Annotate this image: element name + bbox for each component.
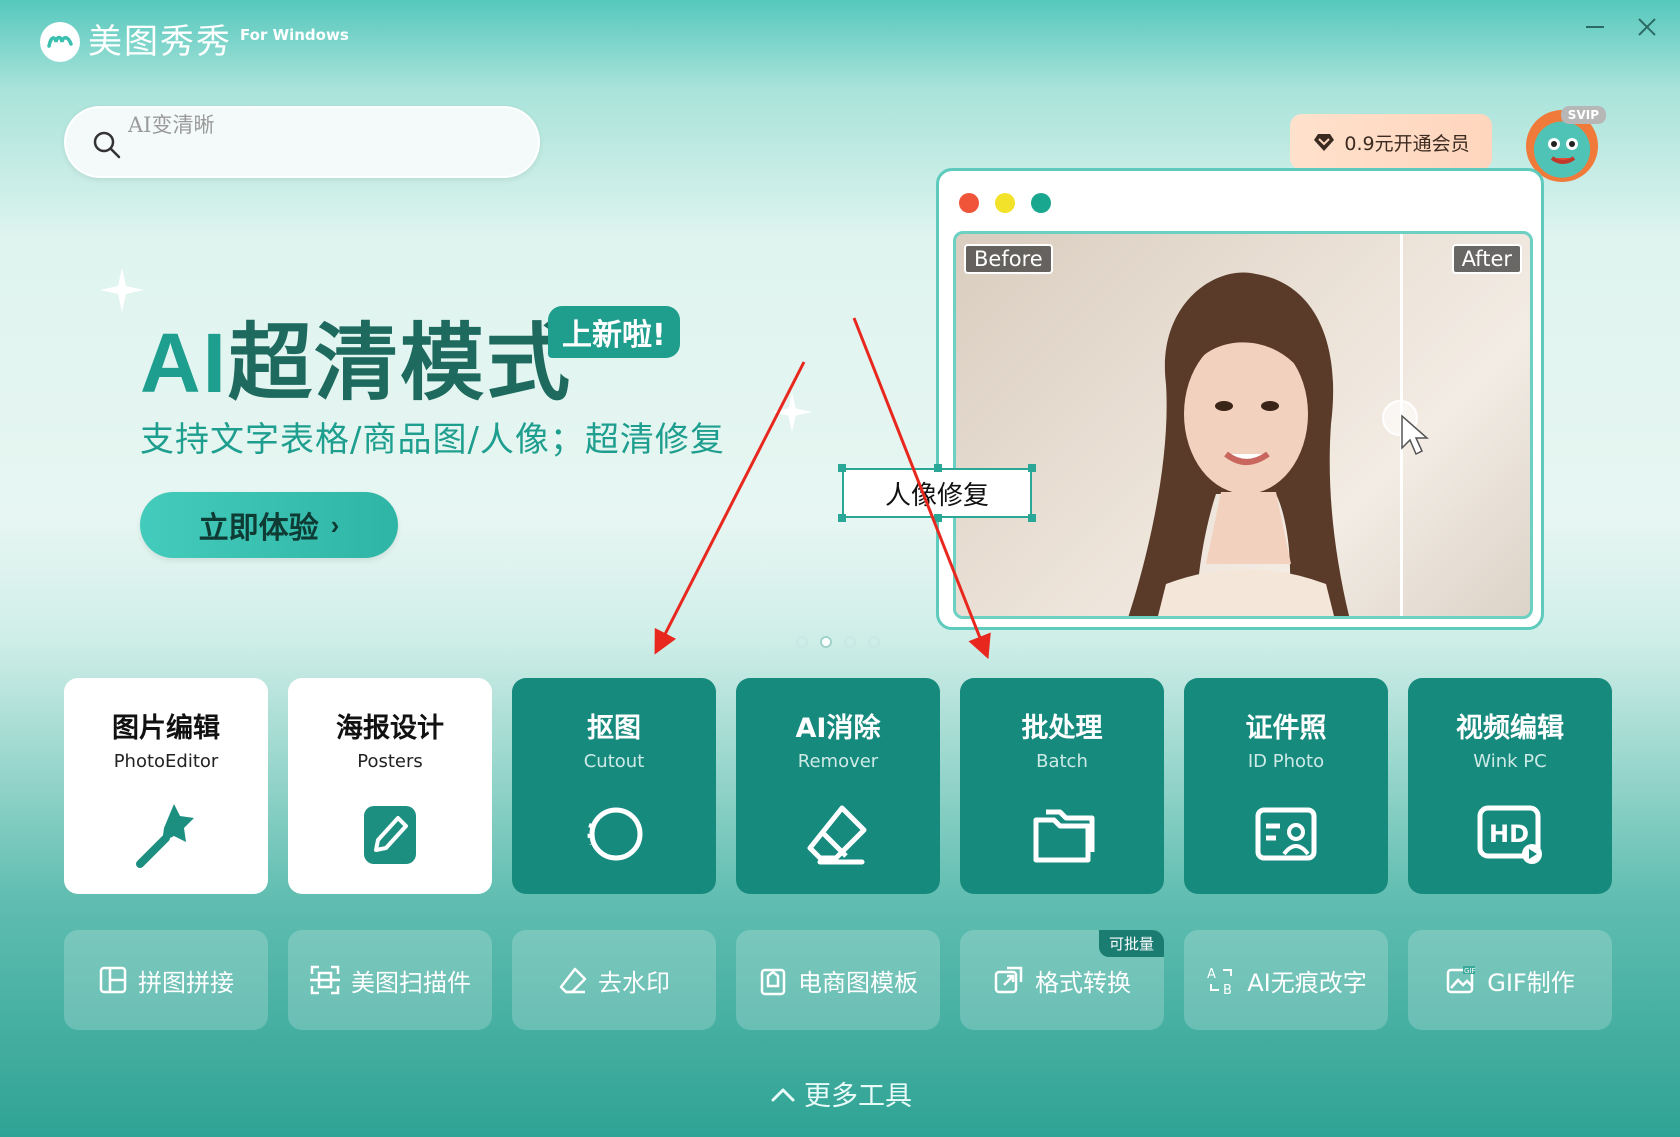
mini-format-convert[interactable]: 格式转换 可批量: [960, 930, 1164, 1030]
secondary-tools: 拼图拼接 美图扫描件 去水印 电商图模板 格式转换 可批量 AB AI无痕改字 …: [64, 930, 1612, 1030]
tool-video-editor[interactable]: 视频编辑 Wink PC HD: [1408, 678, 1612, 894]
tool-subtitle: Batch: [1036, 751, 1088, 772]
mini-gif-maker[interactable]: GIF GIF制作: [1408, 930, 1612, 1030]
mini-scan[interactable]: 美图扫描件: [288, 930, 492, 1030]
mini-label: AI无痕改字: [1247, 968, 1367, 997]
mini-ai-text-replace[interactable]: AB AI无痕改字: [1184, 930, 1388, 1030]
id-card-icon: [1255, 807, 1317, 861]
folder-icon: [1033, 809, 1095, 863]
mini-label: 美图扫描件: [351, 968, 471, 997]
tool-title: 批处理: [1021, 713, 1103, 744]
tool-subtitle: Remover: [797, 751, 879, 772]
mini-label: 电商图模板: [798, 968, 918, 997]
gif-icon: GIF: [1447, 966, 1476, 994]
svg-text:B: B: [1223, 983, 1232, 996]
tool-cutout[interactable]: 抠图 Cutout: [512, 678, 716, 894]
tool-id-photo[interactable]: 证件照 ID Photo: [1184, 678, 1388, 894]
hd-video-icon: HD: [1477, 805, 1542, 864]
mini-label: 格式转换: [1035, 968, 1131, 997]
mini-collage[interactable]: 拼图拼接: [64, 930, 268, 1030]
tool-title: AI消除: [795, 713, 881, 744]
tool-title: 视频编辑: [1456, 713, 1564, 744]
convert-icon: [994, 966, 1023, 994]
batch-badge: 可批量: [1098, 930, 1164, 957]
tool-title: 图片编辑: [112, 713, 220, 744]
pager-dot[interactable]: [796, 636, 808, 648]
magic-wand-icon: [136, 804, 194, 868]
eraser-small-icon: [559, 967, 587, 994]
tool-posters[interactable]: 海报设计 Posters: [288, 678, 492, 894]
more-tools-label: 更多工具: [804, 1081, 912, 1112]
tool-title: 证件照: [1245, 713, 1327, 744]
collage-icon: [99, 966, 127, 994]
tool-subtitle: Posters: [357, 751, 423, 772]
tool-title: 抠图: [587, 713, 641, 744]
svg-text:HD: HD: [1489, 820, 1529, 848]
shopping-bag-icon: [760, 968, 786, 996]
pager-dot[interactable]: [868, 636, 880, 648]
tool-subtitle: PhotoEditor: [113, 751, 219, 772]
svg-text:A: A: [1207, 967, 1216, 982]
tool-subtitle: ID Photo: [1247, 751, 1325, 772]
eraser-icon: [807, 805, 867, 865]
tool-photo-editor[interactable]: 图片编辑 PhotoEditor: [64, 678, 268, 894]
mini-remove-watermark[interactable]: 去水印: [512, 930, 716, 1030]
mini-ecommerce-template[interactable]: 电商图模板: [736, 930, 940, 1030]
banner-pager[interactable]: [796, 636, 880, 648]
tool-subtitle: Wink PC: [1473, 751, 1547, 772]
mini-label: 拼图拼接: [138, 968, 234, 997]
lasso-circle-icon: [587, 807, 643, 861]
text-replace-icon: AB: [1207, 967, 1233, 996]
main-tools: 图片编辑 PhotoEditor 海报设计 Posters 抠图 Cutout …: [64, 678, 1612, 894]
pencil-edit-icon: [364, 806, 416, 864]
mini-label: 去水印: [598, 968, 670, 997]
more-tools-button[interactable]: 更多工具: [770, 1074, 912, 1113]
tool-subtitle: Cutout: [583, 751, 645, 772]
tool-batch[interactable]: 批处理 Batch: [960, 678, 1164, 894]
tool-remover[interactable]: AI消除 Remover: [736, 678, 940, 894]
pager-dot[interactable]: [844, 636, 856, 648]
svg-text:GIF: GIF: [1464, 967, 1476, 975]
pager-dot-active[interactable]: [820, 636, 832, 648]
scan-icon: [310, 965, 340, 995]
mini-label: GIF制作: [1487, 968, 1575, 997]
chevron-up-icon: [771, 1088, 795, 1101]
tool-title: 海报设计: [336, 713, 444, 744]
